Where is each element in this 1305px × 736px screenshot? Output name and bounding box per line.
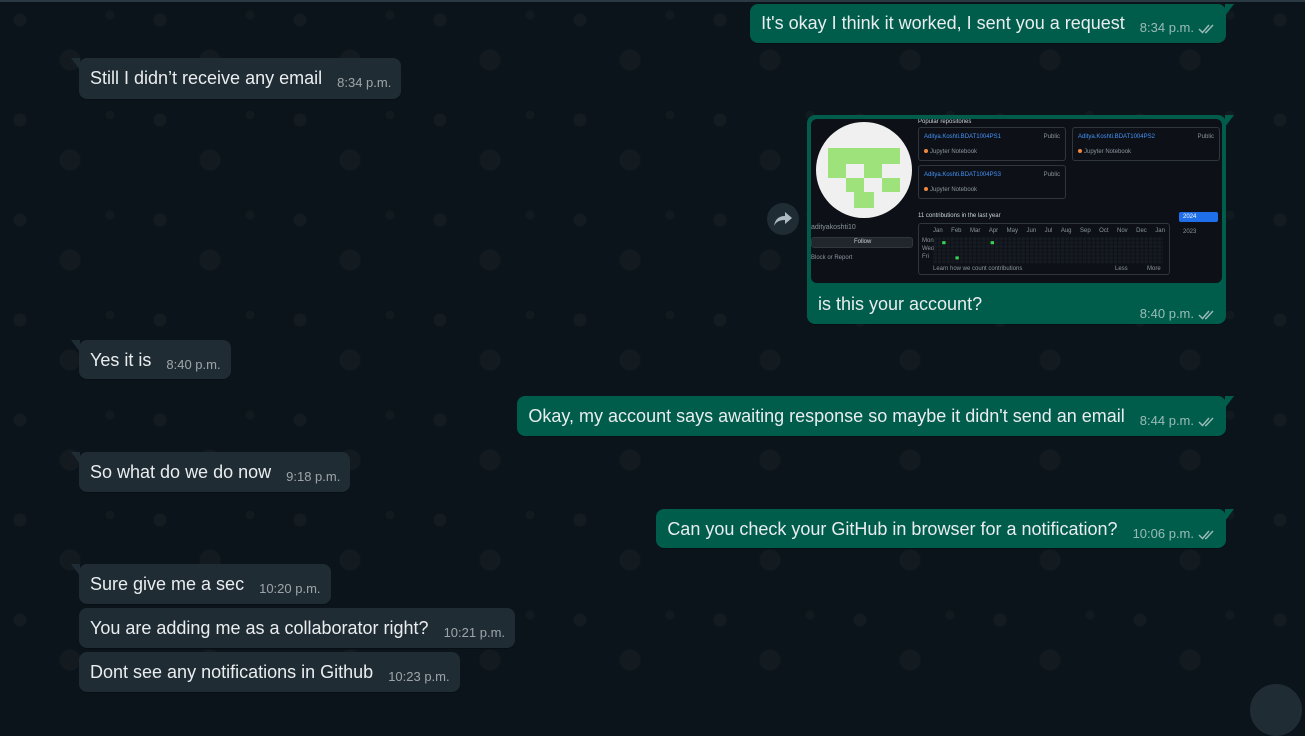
repo-card: Aditya.Koshti.BDAT1004PS1 Public Jupyter… xyxy=(918,127,1066,161)
popular-repos-heading: Popular repositories xyxy=(918,119,972,125)
repo-language: Jupyter Notebook xyxy=(1078,149,1131,156)
legend-less: Less xyxy=(1115,266,1128,272)
double-check-icon xyxy=(1198,417,1214,427)
message-incoming[interactable]: Sure give me a sec 10:20 p.m. xyxy=(71,564,331,604)
image-caption: is this your account? xyxy=(818,294,983,314)
repo-name: Aditya.Koshti.BDAT1004PS1 xyxy=(924,134,1001,140)
follow-label: Follow xyxy=(854,239,872,245)
scroll-to-bottom-button[interactable] xyxy=(1250,684,1302,736)
profile-username: adityakoshti10 xyxy=(811,224,856,231)
message-outgoing[interactable]: Okay, my account says awaiting response … xyxy=(517,396,1234,436)
image-attachment[interactable]: adityakoshti10 Follow Block or Report Po… xyxy=(811,119,1222,283)
message-text: Okay, my account says awaiting response … xyxy=(528,406,1125,426)
message-text: Still I didn’t receive any email xyxy=(90,68,323,88)
repo-language: Jupyter Notebook xyxy=(924,149,977,156)
contributions-heading: 11 contributions in the last year xyxy=(918,213,1001,219)
message-time: 10:20 p.m. xyxy=(259,581,321,596)
message-time: 8:40 p.m. xyxy=(1139,306,1194,321)
avatar xyxy=(816,122,912,218)
follow-button: Follow xyxy=(811,237,913,248)
message-text: Yes it is xyxy=(90,350,152,370)
double-check-icon xyxy=(1198,530,1214,540)
message-text: It's okay I think it worked, I sent you … xyxy=(761,13,1125,33)
repo-visibility: Public xyxy=(1043,134,1060,140)
message-outgoing[interactable]: Can you check your GitHub in browser for… xyxy=(656,509,1234,548)
day-label: Fri xyxy=(922,254,929,260)
contribution-cells xyxy=(933,237,1163,264)
message-time: 8:34 p.m. xyxy=(1139,20,1194,35)
message-incoming[interactable]: Yes it is 8:40 p.m. xyxy=(71,340,231,379)
repo-card: Aditya.Koshti.BDAT1004PS2 Public Jupyter… xyxy=(1072,127,1220,161)
year-selected: 2024 xyxy=(1179,212,1218,222)
message-meta: 10:06 p.m. xyxy=(1133,523,1216,545)
message-meta: 8:40 p.m. xyxy=(1140,303,1216,325)
message-time: 9:18 p.m. xyxy=(286,469,341,484)
double-check-icon xyxy=(1198,24,1214,34)
message-incoming[interactable]: So what do we do now 9:18 p.m. xyxy=(70,452,351,492)
message-outgoing[interactable]: It's okay I think it worked, I sent you … xyxy=(750,4,1234,43)
message-time: 8:40 p.m. xyxy=(166,357,221,372)
message-time: 8:34 p.m. xyxy=(337,75,392,90)
message-text: Sure give me a sec xyxy=(90,574,245,594)
forward-button[interactable] xyxy=(767,203,799,235)
message-outgoing-image[interactable]: adityakoshti10 Follow Block or Report Po… xyxy=(807,115,1234,325)
message-time: 8:44 p.m. xyxy=(1139,413,1194,428)
message-text: You are adding me as a collaborator righ… xyxy=(90,618,429,638)
learn-link: Learn how we count contributions xyxy=(933,266,1023,272)
year-option: 2023 xyxy=(1183,229,1197,235)
repo-card: Aditya.Koshti.BDAT1004PS3 Public Jupyter… xyxy=(918,165,1066,199)
repo-visibility: Public xyxy=(1197,134,1214,140)
month-labels: Jan Feb Mar Apr May Jun Jul Aug Sep Oct … xyxy=(933,228,1165,234)
repo-name: Aditya.Koshti.BDAT1004PS2 xyxy=(1078,134,1155,140)
repo-language: Jupyter Notebook xyxy=(924,187,977,194)
message-incoming[interactable]: Still I didn’t receive any email 8:34 p.… xyxy=(70,58,402,99)
repo-name: Aditya.Koshti.BDAT1004PS3 xyxy=(924,172,1001,178)
message-time: 10:23 p.m. xyxy=(388,669,450,684)
message-text: So what do we do now xyxy=(90,462,272,482)
contribution-graph: Jan Feb Mar Apr May Jun Jul Aug Sep Oct … xyxy=(918,223,1170,275)
forward-icon xyxy=(774,212,792,226)
day-label: Mon xyxy=(922,238,934,244)
header-divider xyxy=(0,0,1305,2)
message-time: 10:06 p.m. xyxy=(1132,526,1194,541)
message-meta: 8:44 p.m. xyxy=(1140,410,1216,432)
message-incoming[interactable]: You are adding me as a collaborator righ… xyxy=(79,608,516,648)
message-text: Can you check your GitHub in browser for… xyxy=(667,519,1118,539)
message-incoming[interactable]: Dont see any notifications in Github 10:… xyxy=(79,652,460,692)
message-meta: 8:34 p.m. xyxy=(1140,17,1216,39)
message-text: Dont see any notifications in Github xyxy=(90,662,374,682)
legend-more: More xyxy=(1147,266,1161,272)
message-time: 10:21 p.m. xyxy=(443,625,506,640)
block-report-link: Block or Report xyxy=(811,255,853,261)
double-check-icon xyxy=(1198,310,1214,320)
repo-visibility: Public xyxy=(1043,172,1060,178)
